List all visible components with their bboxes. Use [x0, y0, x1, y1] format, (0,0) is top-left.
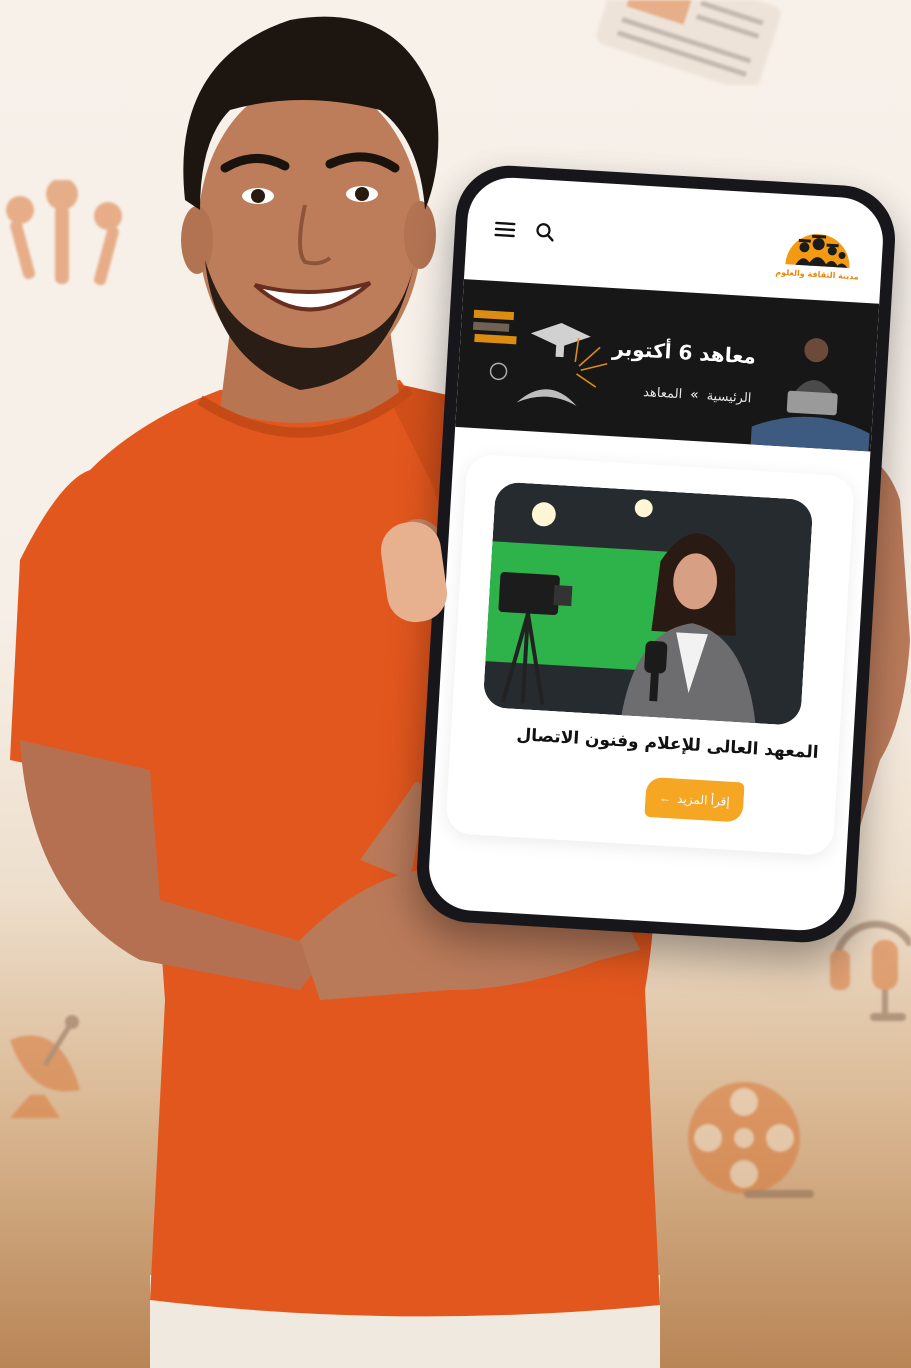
search-icon[interactable] — [532, 219, 557, 244]
page-banner: معاهد 6 أكتوبر الرئيسية » المعاهد — [455, 279, 880, 452]
header-icons — [492, 217, 557, 245]
graduates-logo-icon — [785, 233, 850, 268]
breadcrumb-home[interactable]: الرئيسية — [706, 388, 752, 406]
banner-artwork — [472, 309, 870, 452]
phone-screen: مدينة الثقافة والعلوم معاهد 6 أكتوبر الر… — [426, 175, 886, 933]
institute-photo — [482, 481, 814, 726]
breadcrumb-current[interactable]: المعاهد — [643, 384, 683, 401]
read-more-label: إقرأ المزيد — [676, 791, 731, 809]
site-logo[interactable]: مدينة الثقافة والعلوم — [775, 215, 862, 281]
arrow-left-icon: ← — [658, 790, 672, 806]
read-more-button[interactable]: إقرأ المزيد ← — [644, 776, 745, 823]
institute-card: المعهد العالى للإعلام وفنون الاتصال إقرأ… — [445, 453, 855, 856]
institute-title: المعهد العالى للإعلام وفنون الاتصال — [515, 725, 820, 763]
hamburger-icon[interactable] — [492, 217, 517, 242]
breadcrumb-separator-icon: » — [689, 386, 700, 404]
smartphone: مدينة الثقافة والعلوم معاهد 6 أكتوبر الر… — [413, 162, 899, 946]
